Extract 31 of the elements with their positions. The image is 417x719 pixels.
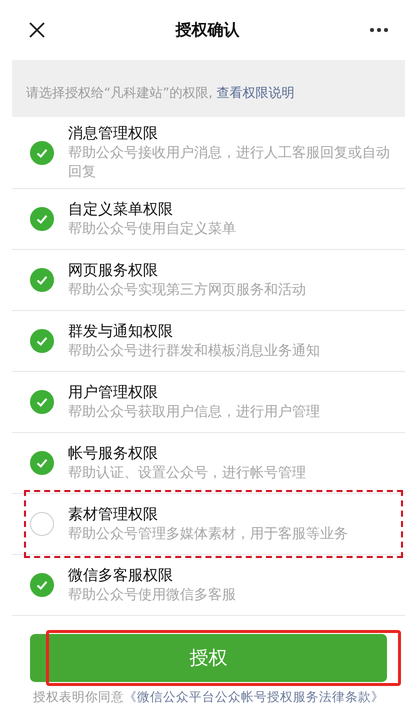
terms-link[interactable]: 《微信公众平台公众帐号授权服务法律条款》	[124, 688, 384, 707]
permission-info-link[interactable]: 查看权限说明	[216, 84, 295, 103]
footer-text: 授权表明你同意	[33, 688, 124, 706]
checked-icon[interactable]	[30, 390, 54, 414]
checked-icon[interactable]	[30, 140, 54, 164]
permission-title: 群发与通知权限	[68, 321, 174, 341]
checked-icon[interactable]	[30, 329, 54, 353]
page-title: 授权确认	[176, 19, 240, 41]
permission-description: 帮助认证、设置公众号，进行帐号管理	[68, 464, 306, 483]
permission-description: 帮助公众号接收用户消息，进行人工客服回复或自动回复	[68, 144, 391, 182]
checked-icon[interactable]	[30, 573, 54, 597]
checked-icon[interactable]	[30, 207, 54, 231]
notice-text: 请选择授权给“凡科建站”的权限,	[26, 84, 213, 102]
permission-title: 网页服务权限	[68, 260, 159, 280]
permission-description: 帮助公众号实现第三方网页服务和活动	[68, 281, 306, 300]
permission-title: 自定义菜单权限	[68, 199, 174, 219]
permission-description: 帮助公众号进行群发和模板消息业务通知	[68, 342, 320, 361]
permission-description: 帮助公众号使用微信多客服	[68, 586, 236, 605]
permission-title: 素材管理权限	[68, 504, 159, 524]
authorize-button[interactable]: 授权	[30, 634, 387, 682]
checked-icon[interactable]	[30, 268, 54, 292]
permission-description: 帮助公众号获取用户信息，进行用户管理	[68, 403, 320, 422]
more-icon[interactable]	[369, 27, 389, 33]
permission-title: 用户管理权限	[68, 382, 159, 402]
permission-title: 消息管理权限	[68, 123, 159, 143]
close-icon[interactable]	[28, 21, 46, 39]
permission-description: 帮助公众号管理多媒体素材，用于客服等业务	[68, 525, 348, 544]
permission-title: 微信多客服权限	[68, 565, 174, 585]
checked-icon[interactable]	[30, 451, 54, 475]
permission-title: 帐号服务权限	[68, 443, 159, 463]
permission-description: 帮助公众号使用自定义菜单	[68, 220, 236, 239]
